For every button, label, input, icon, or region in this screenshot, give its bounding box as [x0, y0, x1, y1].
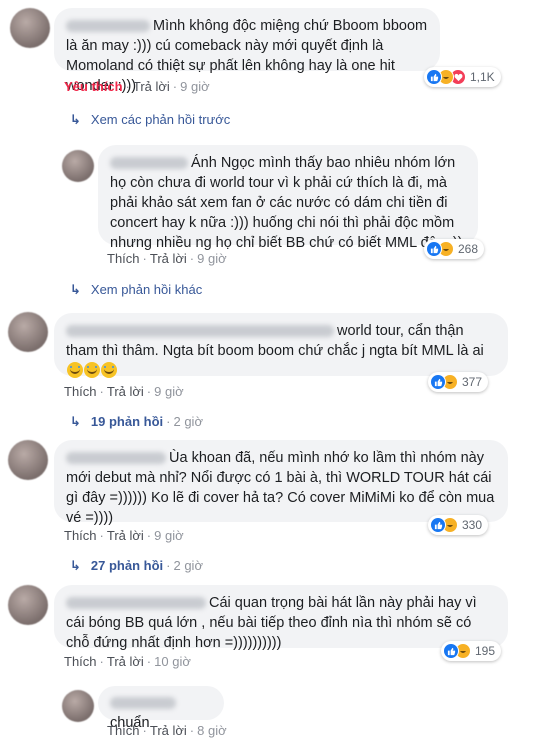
separator: ·	[142, 251, 147, 266]
separator: ·	[125, 79, 130, 94]
reply-button[interactable]: Trả lời	[133, 79, 170, 94]
like-button[interactable]: Yêu thích	[64, 79, 123, 94]
separator: ·	[146, 528, 152, 543]
reply-arrow-icon: ↳	[70, 414, 81, 429]
reply-button[interactable]: Trả lời	[107, 528, 144, 543]
separator: ·	[172, 79, 178, 94]
avatar[interactable]	[10, 8, 50, 48]
view-more-label: Xem phản hồi khác	[90, 282, 203, 297]
commenter-name[interactable]	[66, 325, 334, 338]
reaction-count: 377	[462, 375, 483, 389]
like-button[interactable]: Thích	[64, 528, 97, 543]
avatar[interactable]	[8, 440, 48, 480]
reaction-count: 195	[475, 644, 496, 658]
comment-bubble: Ùa khoan đã, nếu mình nhớ ko lầm thì nhó…	[54, 440, 508, 526]
reply-arrow-icon: ↳	[70, 282, 81, 297]
like-icon	[443, 643, 459, 659]
comment-actions: Thích · Trả lời · 9 giờ	[64, 528, 184, 543]
replies-label: 19 phản hồi	[90, 414, 164, 429]
like-icon	[426, 69, 442, 85]
comment-bubble: chuẩn	[98, 686, 224, 731]
comment-actions: Thích · Trả lời · 8 giờ	[107, 723, 227, 738]
like-button[interactable]: Thích	[107, 251, 140, 266]
commenter-name[interactable]	[66, 452, 166, 465]
timestamp[interactable]: 9 giờ	[197, 251, 227, 266]
timestamp: 2 giờ	[173, 558, 203, 573]
reply-button[interactable]: Trả lời	[150, 723, 187, 738]
separator: ·	[99, 384, 104, 399]
view-previous-label: Xem các phản hồi trước	[90, 112, 231, 127]
commenter-name[interactable]	[66, 597, 206, 610]
commenter-name[interactable]	[66, 20, 150, 33]
view-previous-replies-link[interactable]: ↳ Xem các phản hồi trước	[70, 112, 230, 128]
replies-count-link[interactable]: ↳ 27 phản hồi · 2 giờ	[70, 558, 203, 574]
reaction-summary[interactable]: 377	[428, 372, 489, 392]
like-icon	[426, 241, 442, 257]
separator: ·	[166, 414, 171, 429]
replies-count-link[interactable]: ↳ 19 phản hồi · 2 giờ	[70, 414, 203, 430]
comment-bubble: Ánh Ngọc mình thấy bao nhiêu nhóm lớn họ…	[98, 145, 478, 251]
separator: ·	[142, 723, 147, 738]
separator: ·	[146, 384, 152, 399]
comment-actions: Thích · Trả lời · 10 giờ	[64, 654, 191, 669]
like-icon	[430, 374, 446, 390]
separator: ·	[166, 558, 171, 573]
timestamp[interactable]: 9 giờ	[154, 528, 184, 543]
reaction-summary[interactable]: 330	[428, 515, 489, 535]
like-button[interactable]: Thích	[107, 723, 140, 738]
reaction-summary[interactable]: 268	[424, 239, 485, 259]
like-icon	[430, 517, 446, 533]
reply-arrow-icon: ↳	[70, 112, 81, 127]
comment-bubble: world tour, cẩn thận tham thì thâm. Ngta…	[54, 313, 508, 378]
view-more-replies-link[interactable]: ↳ Xem phản hồi khác	[70, 282, 202, 298]
comment-bubble: Cái quan trọng bài hát lần này phải hay …	[54, 585, 508, 651]
avatar[interactable]	[62, 690, 94, 722]
commenter-name[interactable]	[110, 697, 176, 710]
like-button[interactable]: Thích	[64, 384, 97, 399]
timestamp[interactable]: 8 giờ	[197, 723, 227, 738]
comment-bubble: Mình không độc miệng chứ Bboom bboom là …	[54, 8, 440, 94]
laughing-emoji-icon	[84, 362, 100, 378]
avatar[interactable]	[8, 585, 48, 625]
separator: ·	[189, 723, 195, 738]
replies-label: 27 phản hồi	[90, 558, 164, 573]
timestamp[interactable]: 10 giờ	[154, 654, 191, 669]
timestamp[interactable]: 9 giờ	[180, 79, 210, 94]
separator: ·	[99, 654, 104, 669]
reaction-count: 330	[462, 518, 483, 532]
reply-button[interactable]: Trả lời	[150, 251, 187, 266]
avatar[interactable]	[8, 312, 48, 352]
laughing-emoji-icon	[67, 362, 83, 378]
reaction-summary[interactable]: 1,1K	[424, 67, 501, 87]
reaction-summary[interactable]: 195	[441, 641, 502, 661]
separator: ·	[189, 251, 195, 266]
separator: ·	[99, 528, 104, 543]
comment-actions: Thích · Trả lời · 9 giờ	[64, 384, 184, 399]
reaction-count: 1,1K	[470, 70, 495, 84]
comment-text: Ánh Ngọc mình thấy bao nhiêu nhóm lớn họ…	[110, 155, 463, 251]
separator: ·	[146, 654, 152, 669]
like-button[interactable]: Thích	[64, 654, 97, 669]
timestamp[interactable]: 9 giờ	[154, 384, 184, 399]
comment-actions: Thích · Trả lời · 9 giờ	[107, 251, 227, 266]
reply-arrow-icon: ↳	[70, 558, 81, 573]
laughing-emoji-icon	[101, 362, 117, 378]
avatar[interactable]	[62, 150, 94, 182]
reaction-count: 268	[458, 242, 479, 256]
reply-button[interactable]: Trả lời	[107, 384, 144, 399]
commenter-name[interactable]	[110, 157, 188, 170]
timestamp: 2 giờ	[173, 414, 203, 429]
comment-actions: Yêu thích · Trả lời · 9 giờ	[64, 79, 210, 94]
reply-button[interactable]: Trả lời	[107, 654, 144, 669]
